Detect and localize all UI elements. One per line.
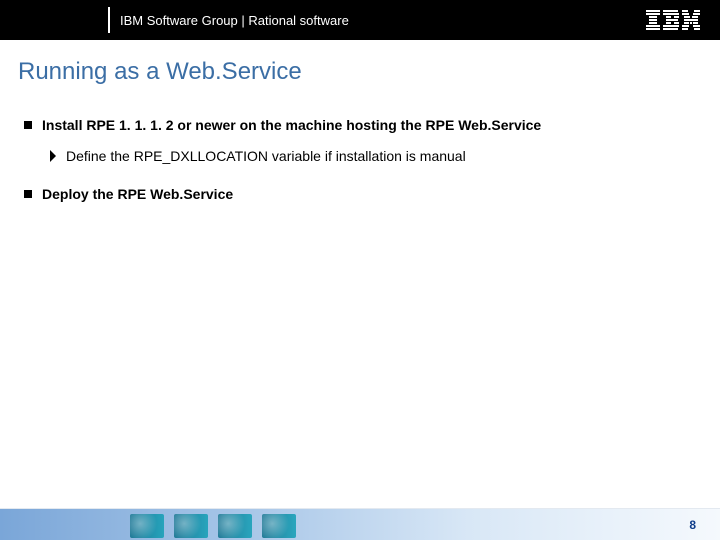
list-subitem: Define the RPE_DXLLOCATION variable if i… — [50, 147, 696, 167]
square-bullet-icon — [24, 121, 32, 129]
footer-strip: 8 — [0, 508, 720, 540]
ibm-logo-icon — [646, 10, 700, 30]
footer-decoration — [130, 508, 296, 540]
list-item: Deploy the RPE Web.Service — [24, 185, 696, 204]
list-item: Install RPE 1. 1. 1. 2 or newer on the m… — [24, 116, 696, 135]
banner-divider — [108, 7, 110, 33]
page-number: 8 — [689, 518, 696, 532]
list-item-text: Install RPE 1. 1. 1. 2 or newer on the m… — [42, 116, 541, 135]
decoration-block-icon — [174, 514, 208, 538]
list-item-text: Deploy the RPE Web.Service — [42, 185, 233, 204]
banner-title: IBM Software Group | Rational software — [120, 13, 349, 28]
decoration-block-icon — [130, 514, 164, 538]
decoration-block-icon — [262, 514, 296, 538]
slide-title: Running as a Web.Service — [0, 40, 720, 86]
decoration-block-icon — [218, 514, 252, 538]
slide-body: Install RPE 1. 1. 1. 2 or newer on the m… — [0, 86, 720, 204]
chevron-right-icon — [50, 149, 58, 167]
list-subitem-text: Define the RPE_DXLLOCATION variable if i… — [66, 147, 466, 166]
banner: IBM Software Group | Rational software — [0, 0, 720, 40]
square-bullet-icon — [24, 190, 32, 198]
